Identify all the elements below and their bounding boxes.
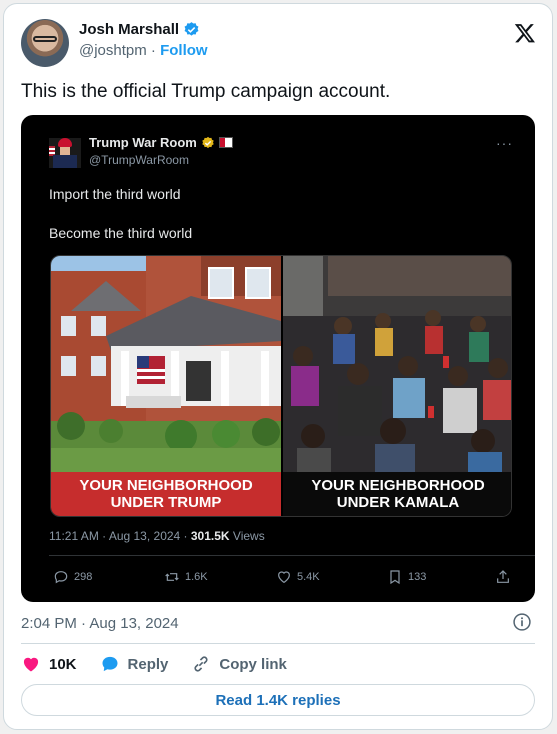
read-replies-button[interactable]: Read 1.4K replies — [21, 684, 535, 716]
reply-icon — [102, 656, 118, 672]
quoted-text-line-1: Import the third world — [49, 186, 181, 202]
repost-icon — [165, 573, 179, 581]
copy-link-button[interactable]: Copy link — [191, 654, 287, 674]
quoted-author-handle[interactable]: @TrumpWarRoom — [89, 153, 189, 167]
info-icon[interactable] — [512, 612, 532, 632]
like-count: 10K — [49, 655, 77, 673]
reply-button[interactable]: Reply — [100, 654, 169, 674]
quoted-author-name[interactable]: Trump War Room — [89, 135, 197, 150]
left-image-panel: YOUR NEIGHBORHOOD UNDER TRUMP — [51, 256, 281, 516]
left-caption-line-1: YOUR NEIGHBORHOOD — [79, 477, 253, 494]
actions-divider — [21, 643, 535, 644]
quoted-tweet[interactable]: Trump War Room @TrumpWarRoom ··· Import … — [21, 115, 535, 602]
quoted-reply-count: 298 — [74, 571, 93, 583]
tweet-card: Josh Marshall @joshtpm · Follow This is … — [3, 3, 553, 730]
right-caption-line-1: YOUR NEIGHBORHOOD — [311, 477, 485, 494]
quoted-divider — [49, 555, 535, 556]
quoted-like-count: 5.4K — [297, 571, 320, 583]
right-caption-line-2: UNDER KAMALA — [336, 494, 460, 511]
quoted-bookmark-count: 133 — [408, 571, 427, 583]
author-name[interactable]: Josh Marshall — [79, 21, 179, 38]
right-caption: YOUR NEIGHBORHOOD UNDER KAMALA — [283, 472, 511, 516]
gold-verified-badge-icon — [202, 136, 214, 148]
left-caption: YOUR NEIGHBORHOOD UNDER TRUMP — [51, 472, 281, 516]
quoted-repost-button[interactable]: 1.6K — [164, 569, 208, 585]
right-image-panel: YOUR NEIGHBORHOOD UNDER KAMALA — [283, 256, 511, 516]
quoted-author-name-row[interactable]: Trump War Room — [89, 135, 233, 150]
x-logo-icon[interactable] — [514, 22, 536, 44]
link-icon — [194, 656, 208, 672]
quoted-like-button[interactable]: 5.4K — [276, 569, 320, 585]
tweet-action-bar: 10K Reply Copy link — [21, 652, 310, 676]
quoted-media[interactable]: YOUR NEIGHBORHOOD UNDER TRUMP YOUR NEIGH… — [50, 255, 512, 517]
quoted-meta: 11:21 AM · Aug 13, 2024 · 301.5K Views — [49, 529, 265, 543]
author-block: Josh Marshall @joshtpm · Follow — [79, 21, 208, 59]
like-button[interactable]: 10K — [21, 654, 77, 674]
handle-separator: · — [150, 42, 156, 59]
quoted-timestamp[interactable]: 11:21 AM · Aug 13, 2024 · — [49, 529, 191, 543]
verified-badge-icon — [184, 22, 199, 36]
house-image — [51, 256, 281, 472]
share-icon — [497, 570, 509, 583]
crowd-image — [283, 256, 511, 472]
quoted-views-label: Views — [229, 529, 265, 543]
left-caption-line-2: UNDER TRUMP — [110, 494, 222, 511]
quoted-repost-count: 1.6K — [185, 571, 208, 583]
author-handle-row: @joshtpm · Follow — [79, 42, 208, 59]
heart-icon — [23, 657, 39, 672]
follow-button[interactable]: Follow — [160, 42, 208, 59]
quoted-author-avatar[interactable] — [49, 138, 81, 168]
quoted-text-line-2: Become the third world — [49, 225, 193, 241]
author-name-row[interactable]: Josh Marshall — [79, 21, 208, 38]
author-avatar[interactable] — [21, 19, 69, 67]
quoted-bookmark-button[interactable]: 133 — [387, 569, 426, 585]
tweet-timestamp[interactable]: 2:04 PM · Aug 13, 2024 — [21, 615, 179, 632]
quoted-views-count: 301.5K — [190, 529, 230, 543]
quoted-action-bar: 298 1.6K 5.4K 133 — [49, 569, 519, 589]
tweet-text: This is the official Trump campaign acco… — [21, 81, 391, 102]
reply-label: Reply — [127, 655, 169, 673]
more-options-icon[interactable]: ··· — [496, 135, 513, 151]
quoted-reply-button[interactable]: 298 — [53, 569, 92, 585]
quoted-share-button[interactable] — [495, 569, 511, 585]
heart-icon — [278, 571, 290, 584]
author-handle[interactable]: @joshtpm — [79, 42, 147, 59]
affiliate-badge-icon — [218, 137, 233, 148]
reply-icon — [54, 571, 68, 584]
copy-link-label: Copy link — [219, 655, 287, 673]
bookmark-icon — [390, 570, 400, 585]
